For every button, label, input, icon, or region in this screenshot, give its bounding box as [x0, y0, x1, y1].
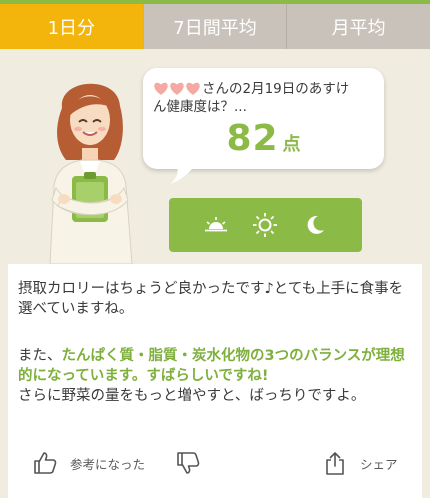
- share-icon: [326, 452, 344, 475]
- speech-bubble-tail: [170, 164, 196, 184]
- advice-prefix: また、: [18, 348, 62, 364]
- health-score: 82 点: [143, 118, 384, 159]
- share-button[interactable]: シェア: [322, 450, 398, 476]
- score-speech-bubble: さんの2月19日のあすけ ん健康度は？... 82 点: [143, 68, 384, 169]
- not-helpful-button[interactable]: [175, 450, 201, 476]
- period-tabs: 1日分 7日間平均 月平均: [0, 4, 430, 49]
- thumbs-down-icon: [177, 452, 200, 474]
- thumbs-up-icon: [34, 452, 57, 474]
- bubble-line-1: さんの2月19日のあすけ: [153, 77, 349, 97]
- health-score-unit: 点: [282, 134, 301, 155]
- advice-card: 摂取カロリーはちょうど良かったです♪とても上手に食事を選べていますね。 また、た…: [8, 264, 422, 498]
- sunrise-icon[interactable]: [202, 211, 230, 239]
- time-of-day-selector: [169, 198, 362, 252]
- feedback-actions: 参考になった シェア: [8, 450, 422, 480]
- advice-highlight: たんぱく質・脂質・炭水化物の3つのバランスが理想的になっています。すばらしいです…: [18, 348, 405, 384]
- heart-icon: [170, 82, 184, 95]
- helpful-label: 参考になった: [70, 456, 146, 472]
- share-label: シェア: [360, 456, 398, 472]
- bubble-line-2: ん健康度は？...: [153, 99, 247, 115]
- sun-icon[interactable]: [251, 211, 279, 239]
- advisor-avatar: [49, 83, 133, 264]
- health-score-value: 82: [226, 118, 279, 159]
- advice-suffix: さらに野菜の量をもっと増やすと、ばっちりですよ。: [18, 388, 366, 404]
- advice-paragraph-1: 摂取カロリーはちょうど良かったです♪とても上手に食事を選べていますね。: [18, 281, 404, 317]
- heart-icon: [186, 82, 200, 95]
- heart-icon: [154, 82, 168, 95]
- tab-monthly-average[interactable]: 月平均: [287, 4, 430, 49]
- tab-seven-day-average[interactable]: 7日間平均: [143, 4, 288, 49]
- helpful-button[interactable]: 参考になった: [32, 450, 145, 476]
- masked-username-hearts: [153, 81, 201, 96]
- moon-icon[interactable]: [301, 211, 329, 239]
- advice-paragraph-2: また、たんぱく質・脂質・炭水化物の3つのバランスが理想的になっています。すばらし…: [18, 346, 414, 406]
- tab-one-day[interactable]: 1日分: [0, 4, 144, 49]
